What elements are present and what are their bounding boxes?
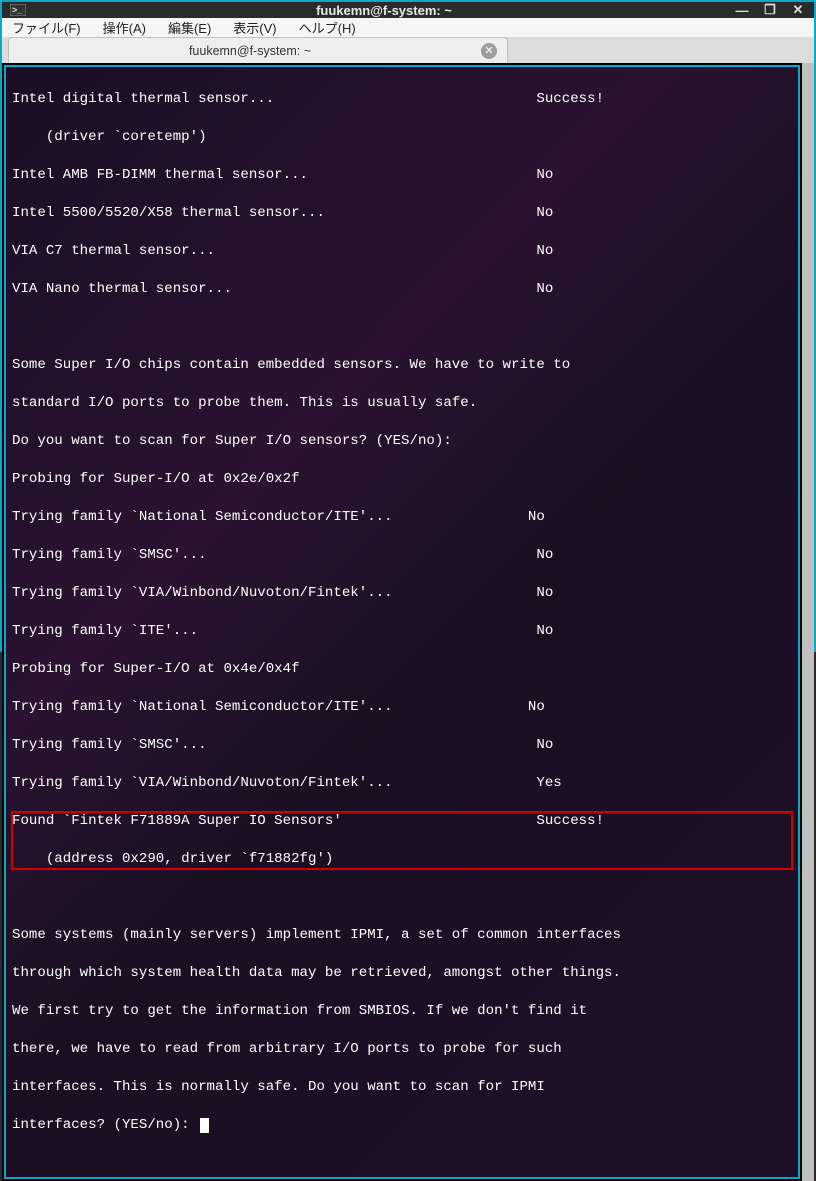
output-line: (address 0x290, driver `f71882fg') <box>12 850 792 869</box>
maximize-button[interactable]: ❐ <box>762 2 778 18</box>
tab-close-icon[interactable]: ✕ <box>481 43 497 59</box>
output-line: Trying family `ITE'... No <box>12 622 792 641</box>
terminal-output[interactable]: Intel digital thermal sensor... Success!… <box>4 65 800 1179</box>
output-line: Trying family `SMSC'... No <box>12 736 792 755</box>
output-line: Intel digital thermal sensor... Success! <box>12 90 792 109</box>
output-line: Trying family `National Semiconductor/IT… <box>12 698 792 717</box>
output-line <box>12 318 792 337</box>
menu-view[interactable]: 表示(V) <box>233 18 276 37</box>
menu-edit[interactable]: 編集(E) <box>168 18 211 37</box>
found-sensor-highlight: Found `Fintek F71889A Super IO Sensors' … <box>12 812 792 869</box>
svg-text:>_: >_ <box>12 5 23 15</box>
titlebar[interactable]: >_ fuukemn@f-system: ~ — ❐ ✕ <box>2 2 814 18</box>
terminal-icon: >_ <box>10 3 26 17</box>
tab-label: fuukemn@f-system: ~ <box>19 44 481 58</box>
output-line: Trying family `VIA/Winbond/Nuvoton/Finte… <box>12 774 792 793</box>
terminal-area: Intel digital thermal sensor... Success!… <box>2 63 814 1181</box>
output-line: Probing for Super-I/O at 0x2e/0x2f <box>12 470 792 489</box>
output-line: We first try to get the information from… <box>12 1002 792 1021</box>
menubar: ファイル(F) 操作(A) 編集(E) 表示(V) ヘルプ(H) <box>2 18 814 37</box>
tab-active[interactable]: fuukemn@f-system: ~ ✕ <box>8 37 508 63</box>
output-line: Trying family `VIA/Winbond/Nuvoton/Finte… <box>12 584 792 603</box>
window-title: fuukemn@f-system: ~ <box>34 3 734 18</box>
menu-action[interactable]: 操作(A) <box>103 18 146 37</box>
output-line: Found `Fintek F71889A Super IO Sensors' … <box>12 812 792 831</box>
output-line: Probing for Super-I/O at 0x4e/0x4f <box>12 660 792 679</box>
output-line: VIA C7 thermal sensor... No <box>12 242 792 261</box>
scrollbar[interactable] <box>802 63 814 1181</box>
prompt-line: interfaces? (YES/no): <box>12 1116 792 1135</box>
output-line: standard I/O ports to probe them. This i… <box>12 394 792 413</box>
menu-file[interactable]: ファイル(F) <box>12 18 81 37</box>
output-line: Trying family `National Semiconductor/IT… <box>12 508 792 527</box>
output-line: Some Super I/O chips contain embedded se… <box>12 356 792 375</box>
output-line: VIA Nano thermal sensor... No <box>12 280 792 299</box>
terminal-window: >_ fuukemn@f-system: ~ — ❐ ✕ ファイル(F) 操作(… <box>0 0 816 652</box>
tabbar: fuukemn@f-system: ~ ✕ <box>2 37 814 63</box>
output-line: Trying family `SMSC'... No <box>12 546 792 565</box>
minimize-button[interactable]: — <box>734 3 750 18</box>
output-line: interfaces. This is normally safe. Do yo… <box>12 1078 792 1097</box>
output-line: Intel AMB FB-DIMM thermal sensor... No <box>12 166 792 185</box>
output-line: Intel 5500/5520/X58 thermal sensor... No <box>12 204 792 223</box>
output-line: Some systems (mainly servers) implement … <box>12 926 792 945</box>
menu-help[interactable]: ヘルプ(H) <box>299 18 356 37</box>
output-line: there, we have to read from arbitrary I/… <box>12 1040 792 1059</box>
output-line: (driver `coretemp') <box>12 128 792 147</box>
cursor <box>200 1118 209 1133</box>
output-line <box>12 888 792 907</box>
close-button[interactable]: ✕ <box>790 2 806 18</box>
output-line: Do you want to scan for Super I/O sensor… <box>12 432 792 451</box>
output-line: through which system health data may be … <box>12 964 792 983</box>
